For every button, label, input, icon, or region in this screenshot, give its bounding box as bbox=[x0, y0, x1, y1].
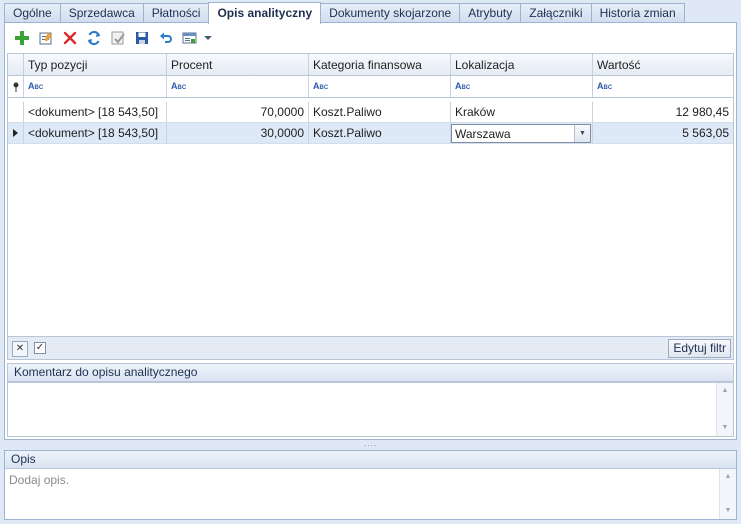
tab-platnosci[interactable]: Płatności bbox=[142, 3, 210, 23]
lokalizacja-combobox[interactable]: Warszawa ▼ bbox=[451, 124, 591, 143]
cell-procent[interactable]: 30,0000 bbox=[167, 123, 309, 143]
cell-procent[interactable]: 70,0000 bbox=[167, 102, 309, 122]
scroll-up-icon[interactable]: ▲ bbox=[717, 383, 733, 399]
filter-pin-icon[interactable] bbox=[8, 76, 24, 97]
delete-button[interactable] bbox=[58, 27, 82, 49]
edit-icon bbox=[39, 32, 52, 45]
view-dropdown-button[interactable] bbox=[202, 27, 214, 49]
comment-textarea[interactable]: ▲ ▼ bbox=[7, 382, 734, 437]
filter-cell-lokalizacja[interactable]: A BC bbox=[451, 76, 593, 97]
grid-header: Typ pozycji Procent Kategoria finansowa … bbox=[8, 54, 733, 76]
splitter-handle[interactable]: .... bbox=[0, 440, 741, 449]
filter-cell-typ-pozycji[interactable]: A BC bbox=[24, 76, 167, 97]
cell-wartosc[interactable]: 5 563,05 bbox=[593, 123, 733, 143]
toolbar bbox=[5, 23, 736, 53]
cell-wartosc[interactable]: 12 980,45 bbox=[593, 102, 733, 122]
refresh-icon bbox=[87, 30, 101, 46]
opis-textarea[interactable]: Dodaj opis. ▲ ▼ bbox=[5, 469, 736, 519]
filter-cell-wartosc[interactable]: A BC bbox=[593, 76, 733, 97]
tab-sprzedawca[interactable]: Sprzedawca bbox=[59, 3, 144, 23]
table-row[interactable]: <dokument> [18 543,50] 70,0000 Koszt.Pal… bbox=[8, 102, 733, 123]
tab-historia-zmian[interactable]: Historia zmian bbox=[590, 3, 685, 23]
row-indicator bbox=[8, 102, 24, 122]
dropdown-arrow-icon bbox=[204, 36, 212, 40]
close-icon: ✕ bbox=[15, 343, 25, 354]
text-filter-icon: A BC bbox=[171, 81, 187, 92]
add-icon bbox=[15, 31, 29, 45]
comment-scrollbar[interactable]: ▲ ▼ bbox=[716, 383, 733, 436]
row-indicator bbox=[8, 123, 24, 143]
column-header-procent[interactable]: Procent bbox=[167, 54, 309, 75]
save-button[interactable] bbox=[130, 27, 154, 49]
opis-scrollbar[interactable]: ▲ ▼ bbox=[719, 469, 736, 519]
lokalizacja-value: Warszawa bbox=[455, 126, 511, 141]
undo-button[interactable] bbox=[154, 27, 178, 49]
cell-lokalizacja[interactable]: Kraków bbox=[451, 102, 593, 122]
cell-kategoria-finansowa[interactable]: Koszt.Paliwo bbox=[309, 123, 451, 143]
scroll-down-icon[interactable]: ▼ bbox=[717, 420, 733, 436]
filter-cell-kategoria-finansowa[interactable]: A BC bbox=[309, 76, 451, 97]
save-icon bbox=[136, 32, 148, 44]
scroll-up-icon[interactable]: ▲ bbox=[720, 469, 736, 485]
tab-atrybuty[interactable]: Atrybuty bbox=[459, 3, 522, 23]
tab-zalaczniki[interactable]: Załączniki bbox=[520, 3, 592, 23]
refresh-button[interactable] bbox=[82, 27, 106, 49]
tab-opis-analityczny[interactable]: Opis analityczny bbox=[208, 2, 322, 24]
column-header-wartosc[interactable]: Wartość bbox=[593, 54, 733, 75]
filter-row: A BC A BC A BC A BC A BC bbox=[8, 76, 733, 98]
view-icon bbox=[182, 32, 197, 44]
text-filter-icon: A BC bbox=[28, 81, 44, 92]
cell-kategoria-finansowa[interactable]: Koszt.Paliwo bbox=[309, 102, 451, 122]
table-row[interactable]: <dokument> [18 543,50] 30,0000 Koszt.Pal… bbox=[8, 123, 733, 144]
cell-lokalizacja-editor[interactable]: Warszawa ▼ bbox=[451, 123, 593, 143]
scroll-down-icon[interactable]: ▼ bbox=[720, 503, 736, 519]
view-button[interactable] bbox=[178, 27, 202, 49]
column-header-kategoria-finansowa[interactable]: Kategoria finansowa bbox=[309, 54, 451, 75]
tab-dokumenty-skojarzone[interactable]: Dokumenty skojarzone bbox=[320, 3, 461, 23]
edit-filter-button[interactable]: Edytuj filtr bbox=[668, 339, 731, 358]
approve-icon bbox=[111, 31, 125, 45]
row-indicator-header bbox=[8, 54, 24, 75]
delete-icon bbox=[63, 31, 77, 45]
grid-rows: <dokument> [18 543,50] 70,0000 Koszt.Pal… bbox=[8, 102, 733, 144]
filter-enabled-checkbox[interactable]: ✓ bbox=[34, 342, 46, 354]
chevron-down-icon[interactable]: ▼ bbox=[574, 125, 590, 142]
column-header-typ-pozycji[interactable]: Typ pozycji bbox=[24, 54, 167, 75]
grid-footer: ✕ ✓ Edytuj filtr bbox=[7, 336, 734, 360]
current-row-arrow-icon bbox=[13, 129, 18, 137]
add-button[interactable] bbox=[10, 27, 34, 49]
approve-button[interactable] bbox=[106, 27, 130, 49]
analytic-grid: Typ pozycji Procent Kategoria finansowa … bbox=[7, 53, 734, 357]
cell-typ-pozycji[interactable]: <dokument> [18 543,50] bbox=[24, 102, 167, 122]
edit-button[interactable] bbox=[34, 27, 58, 49]
opis-placeholder: Dodaj opis. bbox=[9, 473, 70, 487]
tab-ogolne[interactable]: Ogólne bbox=[4, 3, 61, 23]
opis-panel: Opis Dodaj opis. ▲ ▼ bbox=[4, 450, 737, 520]
text-filter-icon: A BC bbox=[455, 81, 471, 92]
tab-bar: Ogólne Sprzedawca Płatności Opis anality… bbox=[4, 2, 685, 24]
filter-cell-procent[interactable]: A BC bbox=[167, 76, 309, 97]
comment-section-title: Komentarz do opisu analitycznego bbox=[7, 363, 734, 382]
text-filter-icon: A BC bbox=[313, 81, 329, 92]
clear-filter-button[interactable]: ✕ bbox=[12, 341, 28, 357]
undo-icon bbox=[160, 32, 172, 43]
column-header-lokalizacja[interactable]: Lokalizacja bbox=[451, 54, 593, 75]
text-filter-icon: A BC bbox=[597, 81, 613, 92]
analytic-description-panel: Typ pozycji Procent Kategoria finansowa … bbox=[4, 22, 737, 440]
cell-typ-pozycji[interactable]: <dokument> [18 543,50] bbox=[24, 123, 167, 143]
opis-title: Opis bbox=[5, 451, 736, 469]
